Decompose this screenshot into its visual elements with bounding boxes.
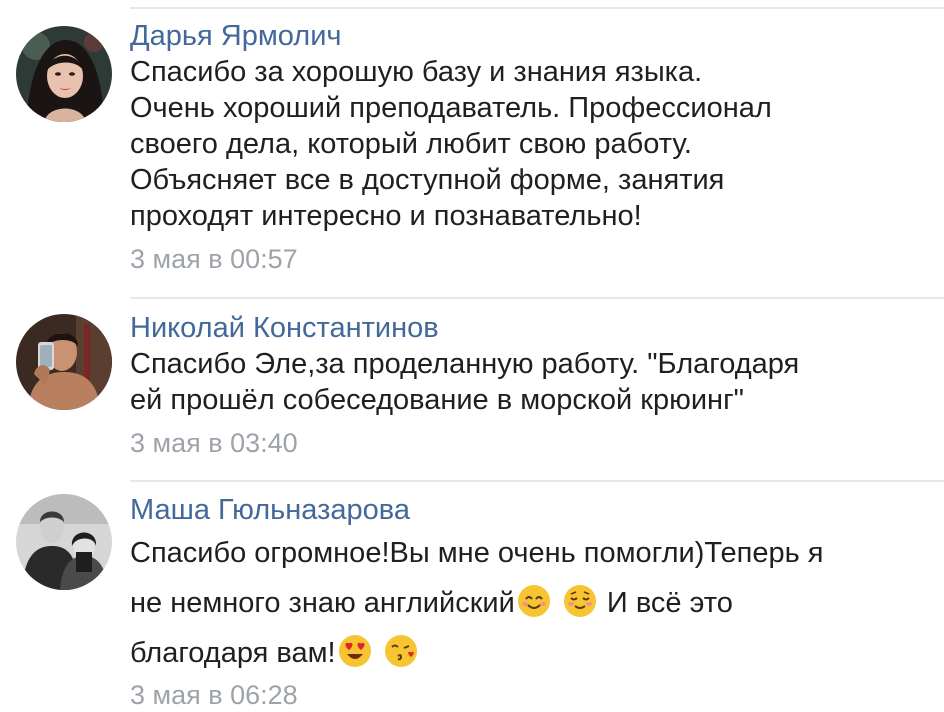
heart-eyes-emoji-icon (338, 634, 372, 668)
comment-text-line: благодаря вам! (130, 628, 934, 678)
comment-divider (130, 297, 944, 299)
comment-text: Спасибо Эле,за проделанную работу. "Благ… (130, 346, 934, 418)
smiling-face-emoji-icon (517, 584, 551, 618)
relieved-face-emoji-icon (563, 584, 597, 618)
author-name[interactable]: Николай Константинов (130, 310, 934, 346)
comment-text-line: Спасибо Эле,за проделанную работу. "Благ… (130, 348, 800, 380)
comment-text-line: ей прошёл собеседование в морской крюинг… (130, 384, 744, 416)
timestamp[interactable]: 3 мая в 06:28 (130, 678, 934, 712)
comment-text-fragment: не немного знаю английский (130, 587, 515, 619)
comment-text-line: проходят интересно и познавательно! (130, 200, 642, 232)
timestamp[interactable]: 3 мая в 00:57 (130, 242, 934, 276)
comment-text: Спасибо огромное!Вы мне очень помогли)Те… (130, 528, 934, 678)
comment-text-line: Спасибо за хорошую базу и знания языка. (130, 56, 703, 88)
comment-text-line: не немного знаю английский И всё это (130, 578, 934, 628)
comment-content: Маша Гюльназарова Спасибо огромное!Вы мн… (130, 492, 934, 712)
avatar-photo (16, 494, 112, 590)
comment-text: Спасибо за хорошую базу и знания языка. … (130, 54, 934, 234)
comment-text-fragment: благодаря вам! (130, 637, 336, 669)
comment-text-fragment: И всё это (606, 587, 733, 619)
avatar-photo (16, 26, 112, 122)
comment-content: Дарья Ярмолич Спасибо за хорошую базу и … (130, 18, 934, 276)
timestamp[interactable]: 3 мая в 03:40 (130, 426, 934, 460)
comment-divider (130, 480, 944, 482)
comment-content: Николай Константинов Спасибо Эле,за прод… (130, 310, 934, 460)
face-blowing-kiss-emoji-icon (384, 634, 418, 668)
avatar[interactable] (16, 314, 112, 410)
avatar[interactable] (16, 494, 112, 590)
comment-text-line: своего дела, который любит свою работу. (130, 128, 692, 160)
comment-text-line: Спасибо огромное!Вы мне очень помогли)Те… (130, 537, 824, 569)
comment-text-line: Объясняет все в доступной форме, занятия (130, 164, 725, 196)
avatar[interactable] (16, 26, 112, 122)
comment-text-line: Очень хороший преподаватель. Профессиона… (130, 92, 772, 124)
author-name[interactable]: Дарья Ярмолич (130, 18, 934, 54)
author-name[interactable]: Маша Гюльназарова (130, 492, 934, 528)
top-divider (130, 7, 944, 9)
avatar-photo (16, 314, 112, 410)
